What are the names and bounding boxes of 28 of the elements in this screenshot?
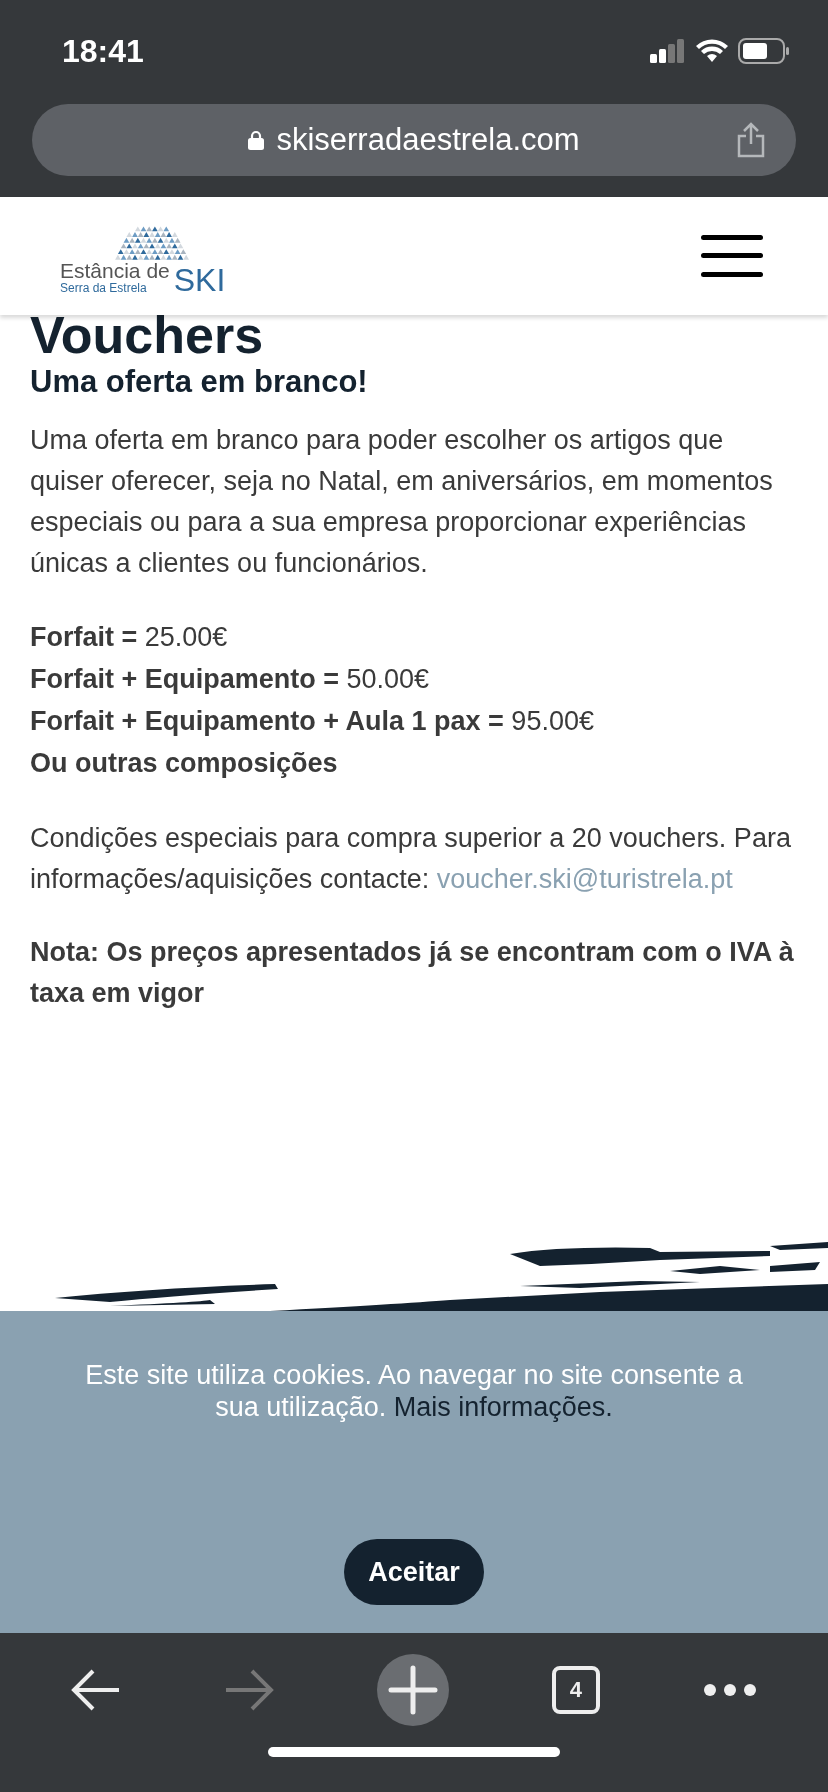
intro-paragraph: Uma oferta em branco para poder escolher os artigos que quiser oferecer, seja no Natal, em aniversários, em momentos especiais ou para a sua empresa proporcionar experiências únicas a clientes ou funcionários. xyxy=(30,424,774,581)
wifi-icon xyxy=(696,39,728,63)
cookie-message: Este site utiliza cookies. Ao navegar no site consente a sua utilização. Mais informações. xyxy=(84,1359,744,1423)
status-time: 18:41 xyxy=(62,32,144,70)
new-tab-icon[interactable] xyxy=(377,1654,449,1726)
conditions-paragraph: Condições especiais para compra superior a 20 vouchers. Para informações/aquisições contacte: voucher.ski@turistrela.pt xyxy=(30,822,792,897)
more-icon[interactable] xyxy=(702,1683,757,1697)
accept-button[interactable]: Aceitar xyxy=(344,1539,484,1605)
signal-icon xyxy=(650,39,686,63)
battery-icon xyxy=(738,38,790,64)
logo-mark: SKI xyxy=(173,263,226,296)
price-line: Forfait + Equipamento = 50.00€ xyxy=(30,663,431,697)
tab-count[interactable]: 4 xyxy=(551,1666,600,1714)
url-text: skiserradaestrela.com xyxy=(276,122,580,158)
share-icon[interactable] xyxy=(736,122,766,158)
logo-subtext: Serra da Estrela xyxy=(60,281,148,296)
address-bar[interactable]: skiserradaestrela.com xyxy=(32,104,796,176)
price-line: Forfait = 25.00€ xyxy=(30,621,229,655)
price-line: Ou outras composições xyxy=(30,747,339,781)
back-icon[interactable] xyxy=(71,1668,122,1712)
lock-icon xyxy=(248,130,265,150)
note-text: Nota: Os preços apresentados já se encontram com o IVA à taxa em vigor xyxy=(30,936,795,1011)
page-title: Vouchers xyxy=(30,307,265,365)
menu-icon[interactable] xyxy=(701,233,763,279)
price-line: Forfait + Equipamento + Aula 1 pax = 95.00€ xyxy=(30,705,595,739)
more-info-link[interactable]: Mais informações. xyxy=(393,1392,613,1422)
page-subtitle: Uma oferta em branco! xyxy=(30,364,369,401)
logo-text: Estância de xyxy=(60,260,170,282)
